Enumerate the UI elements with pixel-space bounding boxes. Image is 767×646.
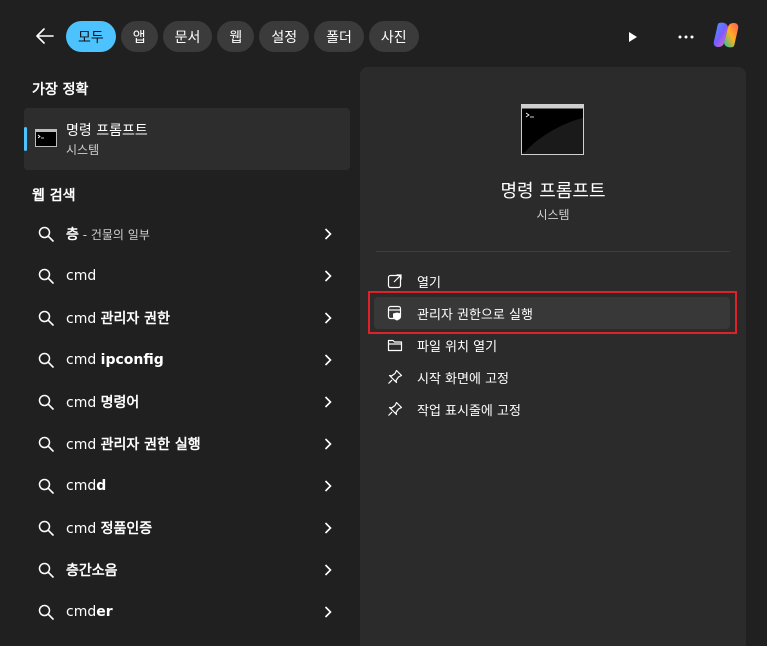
web-search-label: cmd 명령어 — [66, 395, 140, 411]
chevron-right-icon — [324, 270, 332, 282]
ellipsis-icon — [678, 35, 694, 39]
search-icon — [38, 520, 54, 536]
action-label: 관리자 권한으로 실행 — [417, 307, 533, 323]
preview-subtitle: 시스템 — [536, 208, 570, 222]
web-search-item[interactable]: cmd ipconfig — [24, 339, 350, 381]
best-match-result[interactable]: 명령 프롬프트 시스템 — [24, 108, 350, 170]
filter-chip-web[interactable]: 웹 — [217, 21, 255, 52]
filter-chip-all[interactable]: 모두 — [66, 21, 116, 52]
web-search-item[interactable]: cmder — [24, 591, 350, 633]
chevron-right-icon — [324, 480, 332, 492]
search-icon — [38, 310, 54, 326]
web-search-label: 층 - 건물의 일부 — [66, 227, 150, 243]
pin-to-taskbar-action[interactable]: 작업 표시줄에 고정 — [374, 393, 730, 425]
web-search-label: cmdd — [66, 478, 107, 494]
web-search-item[interactable]: cmd — [24, 255, 350, 297]
web-search-item[interactable]: cmd 명령어 — [24, 381, 350, 423]
chevron-right-icon — [324, 606, 332, 618]
chevron-right-icon — [324, 312, 332, 324]
back-arrow-icon — [36, 28, 54, 44]
copilot-icon — [713, 22, 739, 48]
action-label: 파일 위치 열기 — [417, 339, 498, 355]
search-icon — [38, 562, 54, 578]
best-match-heading: 가장 정확 — [32, 82, 89, 98]
web-search-item[interactable]: cmd 관리자 권한 — [24, 297, 350, 339]
run-as-admin-action[interactable]: 관리자 권한으로 실행 — [374, 297, 730, 329]
preview-divider — [376, 251, 730, 252]
filter-chip-folders[interactable]: 폴더 — [314, 21, 364, 52]
web-search-list: 층 - 건물의 일부 cmd cmd 관리자 권한 cmd ipconfig c… — [24, 213, 350, 633]
filter-chip-documents[interactable]: 문서 — [162, 21, 213, 52]
chevron-right-icon — [324, 564, 332, 576]
search-icon — [38, 394, 54, 410]
open-file-location-action[interactable]: 파일 위치 열기 — [374, 329, 730, 361]
web-search-heading: 웹 검색 — [32, 188, 76, 204]
pin-to-start-action[interactable]: 시작 화면에 고정 — [374, 361, 730, 393]
preview-title: 명령 프롬프트 — [500, 181, 606, 202]
web-search-label: cmder — [66, 604, 113, 620]
action-list: 열기 관리자 권한으로 실행 파일 위치 열기 시작 화면에 고정 작업 표시줄… — [374, 265, 730, 425]
search-icon — [38, 226, 54, 242]
action-label: 열기 — [417, 275, 441, 291]
open-action[interactable]: 열기 — [374, 265, 730, 297]
search-icon — [38, 268, 54, 284]
chevron-right-icon — [324, 354, 332, 366]
best-match-name: 명령 프롬프트 — [66, 123, 148, 139]
back-button[interactable] — [30, 22, 60, 50]
play-icon — [629, 32, 637, 42]
chevron-right-icon — [324, 522, 332, 534]
preview-pane: 명령 프롬프트 시스템 열기 관리자 권한으로 실행 파일 위치 열기 시작 화… — [360, 67, 746, 646]
chevron-right-icon — [324, 438, 332, 450]
web-search-label: cmd 관리자 권한 실행 — [66, 437, 201, 453]
web-search-item[interactable]: 층간소음 — [24, 549, 350, 591]
web-search-item[interactable]: cmd 정품인증 — [24, 507, 350, 549]
command-prompt-icon — [35, 129, 57, 147]
filter-chip-settings[interactable]: 설정 — [259, 21, 310, 52]
action-label: 작업 표시줄에 고정 — [417, 403, 521, 419]
filter-chip-photos[interactable]: 사진 — [368, 21, 419, 52]
pin-icon — [388, 369, 403, 384]
pin-icon — [388, 401, 403, 416]
command-prompt-large-icon — [521, 104, 584, 155]
web-search-item[interactable]: cmdd — [24, 465, 350, 507]
search-icon — [38, 352, 54, 368]
copilot-button[interactable] — [710, 19, 742, 51]
web-search-label: 층간소음 — [66, 563, 118, 579]
open-external-icon — [387, 274, 402, 289]
search-icon — [38, 478, 54, 494]
web-search-label: cmd 정품인증 — [66, 521, 153, 537]
web-search-label: cmd — [66, 268, 97, 284]
chevron-right-icon — [324, 396, 332, 408]
best-match-type: 시스템 — [66, 143, 100, 157]
chevron-right-icon — [324, 228, 332, 240]
search-icon — [38, 436, 54, 452]
folder-icon — [387, 339, 403, 352]
selection-indicator — [24, 127, 27, 151]
filter-chip-apps[interactable]: 앱 — [120, 21, 158, 52]
shield-run-icon — [387, 305, 402, 321]
web-search-item[interactable]: 층 - 건물의 일부 — [24, 213, 350, 255]
search-icon — [38, 604, 54, 620]
search-top-bar: 모두 앱 문서 웹 설정 폴더 사진 — [0, 0, 767, 66]
web-search-label: cmd ipconfig — [66, 352, 164, 368]
web-search-item[interactable]: cmd 관리자 권한 실행 — [24, 423, 350, 465]
web-search-label: cmd 관리자 권한 — [66, 311, 170, 327]
filter-chips: 모두 앱 문서 웹 설정 폴더 사진 — [66, 21, 419, 52]
more-filters-button[interactable] — [620, 26, 646, 48]
action-label: 시작 화면에 고정 — [417, 371, 509, 387]
more-options-button[interactable] — [672, 26, 700, 48]
